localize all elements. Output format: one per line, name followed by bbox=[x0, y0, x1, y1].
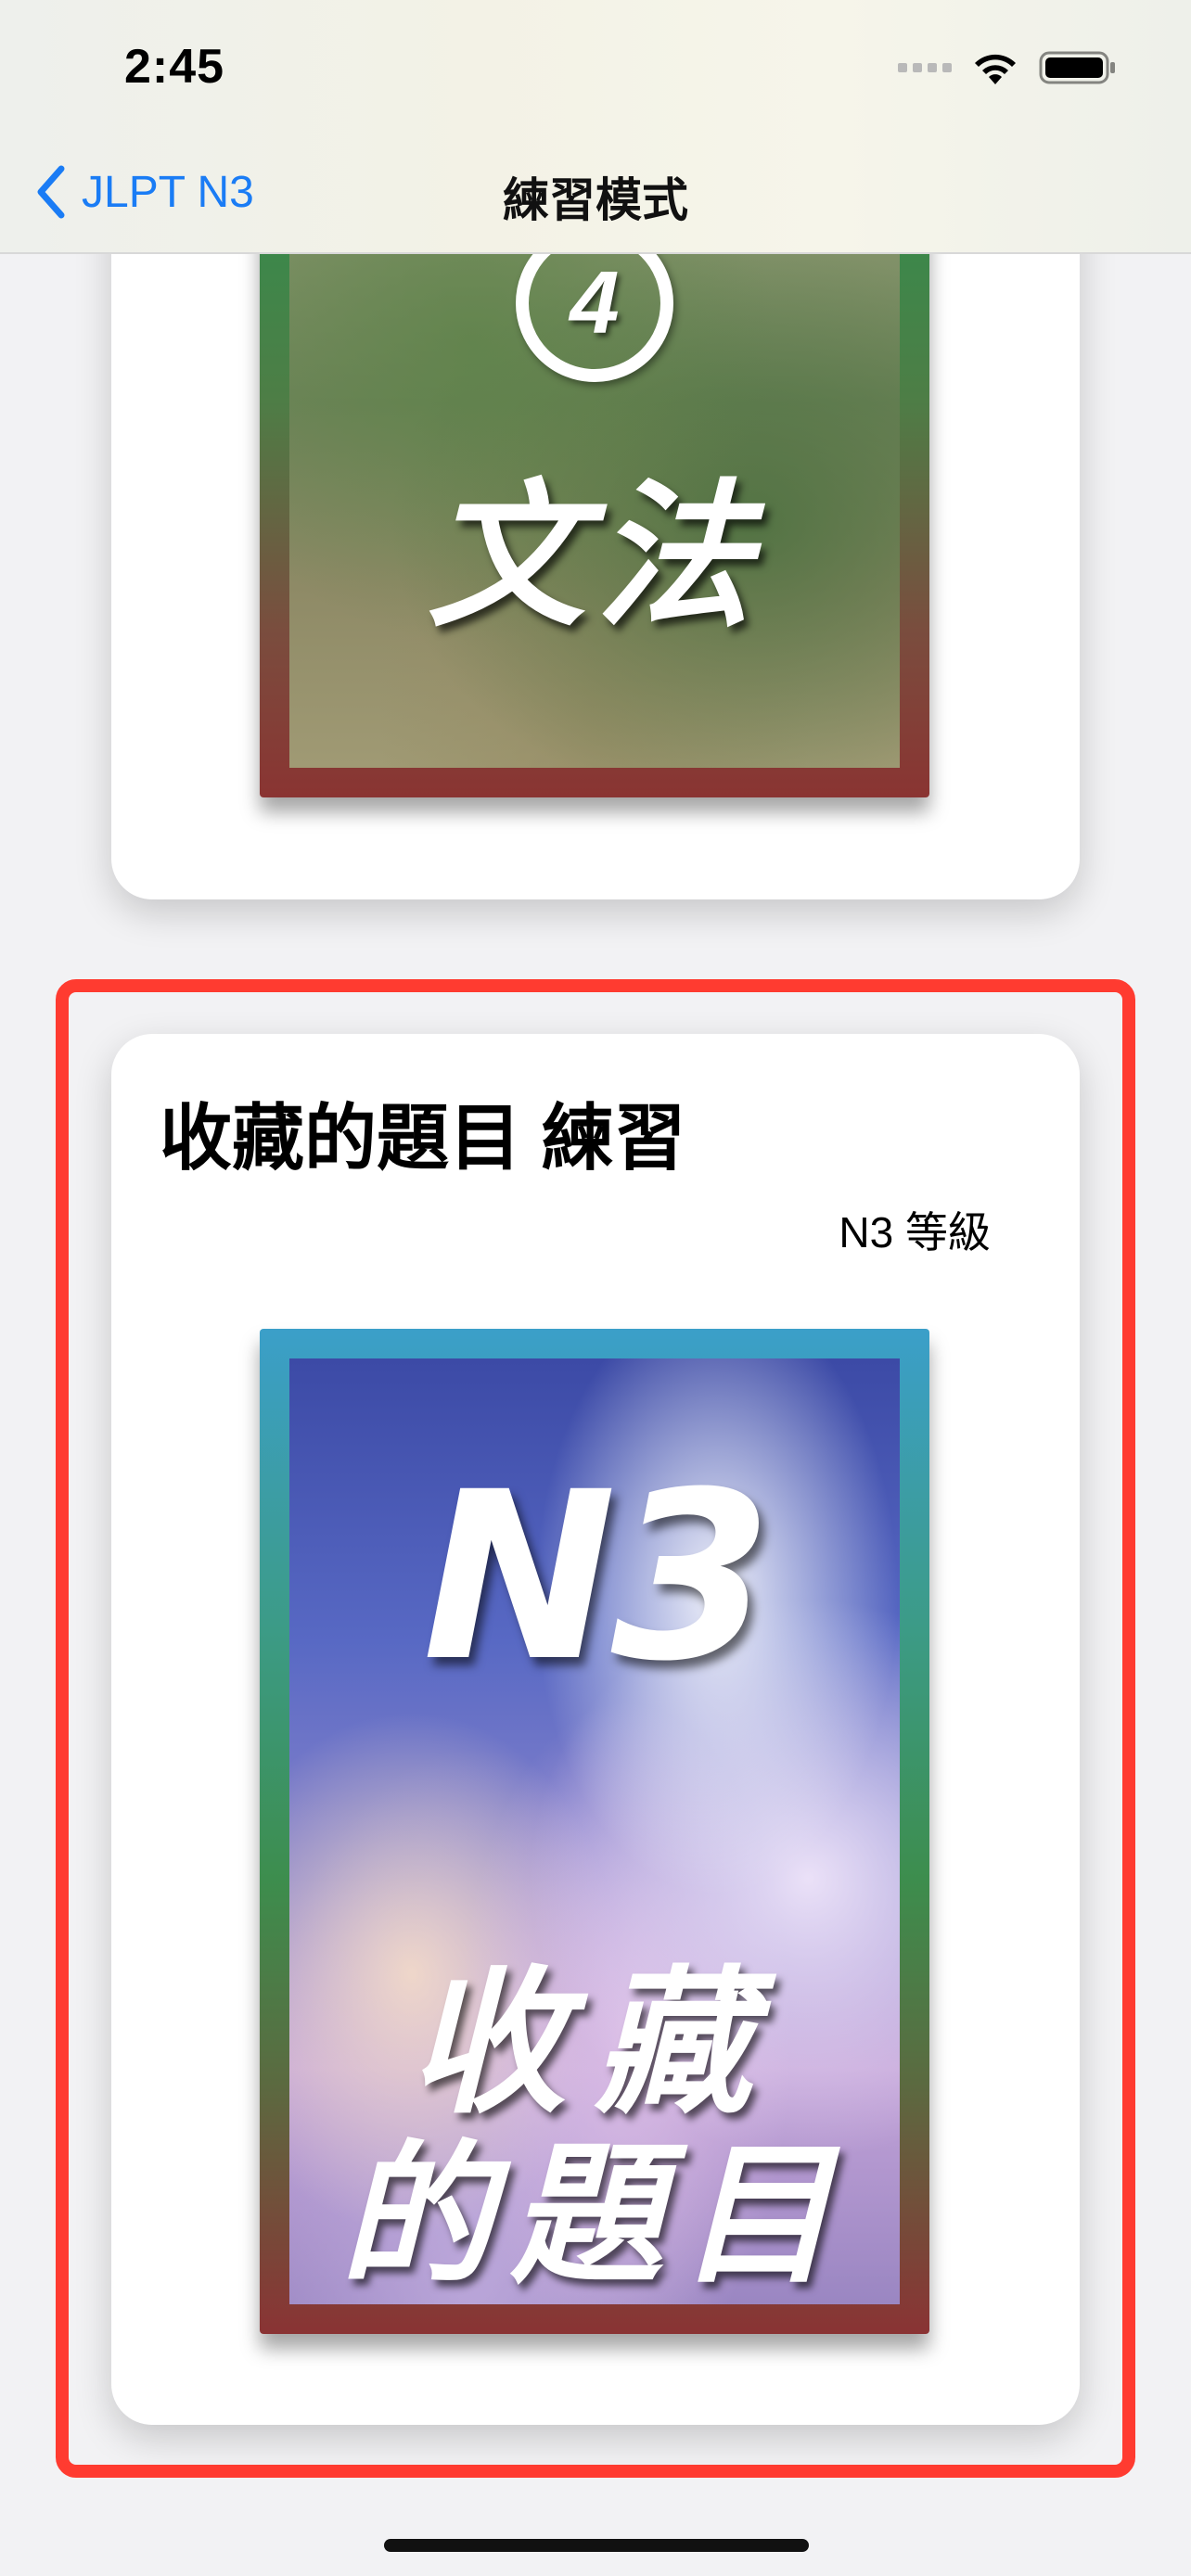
navigation-bar: 2:45 JLPT N3 練習模式 bbox=[0, 0, 1191, 254]
favorites-practice-card[interactable]: 收藏的題目 練習 N3 等級 N3 收藏 的題目 bbox=[111, 1034, 1080, 2425]
cover-title: 文法 bbox=[427, 464, 762, 649]
cover-title-line2: 的題目 bbox=[339, 2124, 850, 2304]
home-indicator[interactable] bbox=[384, 2539, 809, 2552]
card-level: N3 等級 bbox=[839, 1208, 991, 1256]
page-title: 練習模式 bbox=[503, 174, 688, 226]
status-time: 2:45 bbox=[124, 40, 225, 94]
card-title: 收藏的題目 練習 bbox=[160, 1097, 686, 1179]
screen: 2:45 JLPT N3 練習模式 4 文法 收藏的題目 練習 N3 等級 N3… bbox=[0, 0, 1191, 2576]
cover-artwork: N3 收藏 的題目 bbox=[289, 1358, 900, 2304]
battery-icon bbox=[1039, 51, 1115, 84]
signal-icon bbox=[898, 63, 952, 72]
wifi-icon bbox=[975, 54, 1016, 84]
favorites-cover-image[interactable]: N3 收藏 的題目 bbox=[260, 1329, 929, 2334]
status-icons bbox=[898, 45, 1117, 91]
cover-level: N3 bbox=[422, 1442, 772, 1712]
